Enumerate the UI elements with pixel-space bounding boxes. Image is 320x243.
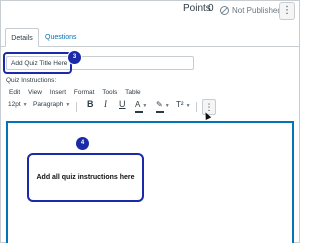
- instructions-callout-text: Add all quiz instructions here: [36, 174, 135, 181]
- highlight-swatch: [156, 111, 164, 113]
- italic-button[interactable]: I: [104, 99, 107, 109]
- tab-questions[interactable]: Questions: [45, 34, 77, 41]
- menu-insert[interactable]: Insert: [50, 89, 66, 96]
- menu-tools[interactable]: Tools: [102, 89, 117, 96]
- instructions-label: Quiz Instructions:: [6, 77, 57, 84]
- underline-button[interactable]: U: [119, 99, 126, 109]
- block-format-value: Paragraph: [33, 101, 64, 108]
- superscript-icon: T²: [176, 100, 184, 109]
- menu-format[interactable]: Format: [74, 89, 95, 96]
- chevron-down-icon: ▼: [22, 102, 28, 108]
- text-color-button[interactable]: A ▼: [135, 100, 147, 109]
- kebab-vertical-icon: ⋮: [282, 5, 292, 16]
- font-size-select[interactable]: 12pt ▼: [8, 101, 28, 108]
- not-published-icon: [220, 6, 229, 15]
- publish-status: Not Published: [232, 6, 282, 15]
- editor-toolbar: 12pt ▼ Paragraph ▼ B I U A ▼ ✎ ▼ T² ▼ ⋮: [8, 99, 218, 115]
- step-3-badge: 3: [68, 51, 81, 64]
- text-color-icon: A: [135, 100, 141, 109]
- chevron-down-icon: ▼: [164, 103, 170, 109]
- points-label: Points: [183, 3, 211, 14]
- points-value: 0: [208, 3, 214, 14]
- editor-menubar: Edit View Insert Format Tools Table: [9, 89, 147, 96]
- instructions-callout: Add all quiz instructions here: [27, 153, 144, 202]
- bold-button[interactable]: B: [87, 99, 94, 109]
- toolbar-divider: [76, 102, 77, 112]
- tab-bar: Details Questions: [1, 28, 299, 47]
- font-size-value: 12pt: [8, 101, 21, 108]
- text-color-swatch: [135, 111, 143, 113]
- quiz-title-callout: [3, 52, 72, 74]
- chevron-down-icon: ▼: [142, 103, 148, 109]
- tab-details[interactable]: Details: [5, 28, 39, 47]
- kebab-vertical-icon: ⋮: [204, 102, 214, 112]
- menu-edit[interactable]: Edit: [9, 89, 20, 96]
- superscript-button[interactable]: T² ▼: [176, 100, 191, 109]
- menu-view[interactable]: View: [28, 89, 42, 96]
- block-format-select[interactable]: Paragraph ▼: [33, 101, 70, 108]
- chevron-down-icon: ▼: [65, 102, 71, 108]
- more-options-button[interactable]: ⋮: [279, 2, 295, 20]
- chevron-down-icon: ▼: [185, 103, 191, 109]
- step-4-badge: 4: [76, 137, 89, 150]
- highlight-icon: ✎: [156, 100, 163, 109]
- toolbar-divider: [196, 102, 197, 112]
- menu-table[interactable]: Table: [125, 89, 141, 96]
- highlight-button[interactable]: ✎ ▼: [156, 100, 170, 109]
